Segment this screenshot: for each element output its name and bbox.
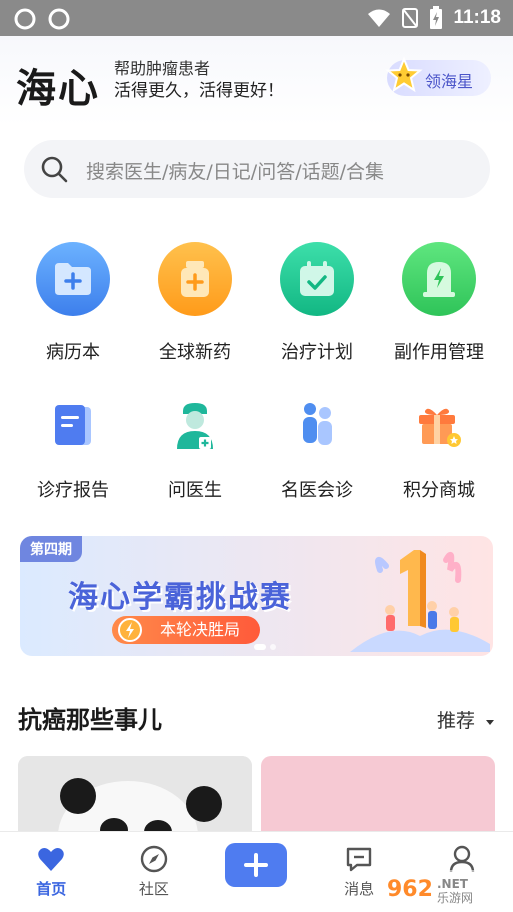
gift-icon — [411, 398, 467, 454]
grid-item-label: 积分商城 — [403, 480, 475, 501]
folder-plus-icon — [36, 242, 110, 316]
feature-grid-secondary: 诊疗报告 问医生 名医会诊 积分商城 — [0, 398, 513, 502]
calendar-check-icon — [280, 242, 354, 316]
banner-pager — [254, 644, 276, 650]
svg-text:乐游网: 乐游网 — [437, 891, 473, 905]
app-logo: 海心 — [16, 66, 100, 112]
caret-down-icon — [486, 719, 494, 725]
doctor-icon — [167, 398, 223, 454]
consultation-icon — [289, 398, 345, 454]
sort-label: 推荐 — [436, 710, 475, 732]
no-sim-icon — [402, 8, 419, 28]
slogan-line-2: 活得更久，活得更好！ — [114, 81, 284, 101]
slogan: 帮助肿瘤患者 活得更久，活得更好！ — [114, 58, 284, 102]
lightning-shield-icon — [402, 242, 476, 316]
heart-icon — [38, 848, 65, 871]
banner-issue-tag: 第四期 — [20, 536, 82, 562]
tab-post[interactable] — [205, 832, 308, 912]
compass-icon — [140, 845, 168, 873]
grid-item-label: 治疗计划 — [281, 342, 353, 363]
grid-item-label: 诊疗报告 — [37, 480, 109, 501]
grid-item-label: 问医生 — [168, 480, 222, 501]
slogan-line-1: 帮助肿瘤患者 — [114, 59, 211, 78]
tab-community[interactable]: 社区 — [103, 832, 206, 912]
search-placeholder: 搜索医生/病友/日记/问答/话题/合集 — [86, 161, 385, 183]
trophy-illustration — [350, 550, 490, 652]
battery-charging-icon — [430, 6, 443, 29]
report-icon — [45, 398, 101, 454]
grid-item-expert-consultation[interactable]: 名医会诊 — [256, 398, 378, 502]
grid-item-treatment-plan[interactable]: 治疗计划 — [256, 242, 378, 364]
plus-icon — [244, 853, 269, 877]
search-bar[interactable]: 搜索医生/病友/日记/问答/话题/合集 — [24, 140, 490, 198]
claim-star-button[interactable]: 领海星 — [385, 56, 491, 96]
grid-item-ask-doctor[interactable]: 问医生 — [134, 398, 256, 502]
feature-grid-primary: 病历本 全球新药 治疗计划 副作用管理 — [0, 242, 513, 364]
sync-icon — [14, 8, 36, 30]
section-title: 抗癌那些事儿 — [18, 706, 162, 734]
medicine-bottle-icon — [158, 242, 232, 316]
grid-item-points-mall[interactable]: 积分商城 — [378, 398, 500, 502]
tab-label: 社区 — [138, 880, 169, 898]
svg-text:962: 962 — [387, 877, 433, 902]
lightning-icon — [118, 618, 142, 642]
tab-home[interactable]: 首页 — [0, 832, 103, 912]
grid-item-label: 副作用管理 — [394, 342, 484, 363]
banner-title: 海心学霸挑战赛 — [68, 580, 292, 615]
message-icon — [346, 847, 372, 872]
site-watermark-logo: 962 .NET 乐游网 — [379, 870, 509, 906]
clock: 11:18 — [453, 7, 501, 28]
grid-item-label: 全球新药 — [159, 342, 231, 363]
promo-banner[interactable]: 第四期 海心学霸挑战赛 本轮决胜局 — [20, 536, 493, 656]
grid-item-side-effects[interactable]: 副作用管理 — [378, 242, 500, 364]
tab-label: 首页 — [36, 880, 67, 898]
sync-icon — [48, 8, 70, 30]
svg-text:.NET: .NET — [437, 877, 469, 891]
claim-star-label: 领海星 — [425, 72, 474, 91]
status-bar: 11:18 — [0, 0, 513, 36]
grid-item-global-drugs[interactable]: 全球新药 — [134, 242, 256, 364]
search-icon — [41, 156, 68, 183]
app-header: 海心 帮助肿瘤患者 活得更久，活得更好！ 领海星 — [0, 36, 513, 126]
grid-item-label: 病历本 — [46, 342, 100, 363]
grid-item-label: 名医会诊 — [281, 480, 353, 501]
star-icon — [385, 56, 423, 93]
grid-item-report[interactable]: 诊疗报告 — [12, 398, 134, 502]
sort-dropdown[interactable]: 推荐 — [437, 706, 495, 733]
wifi-icon — [368, 9, 391, 27]
grid-item-medical-record[interactable]: 病历本 — [12, 242, 134, 364]
